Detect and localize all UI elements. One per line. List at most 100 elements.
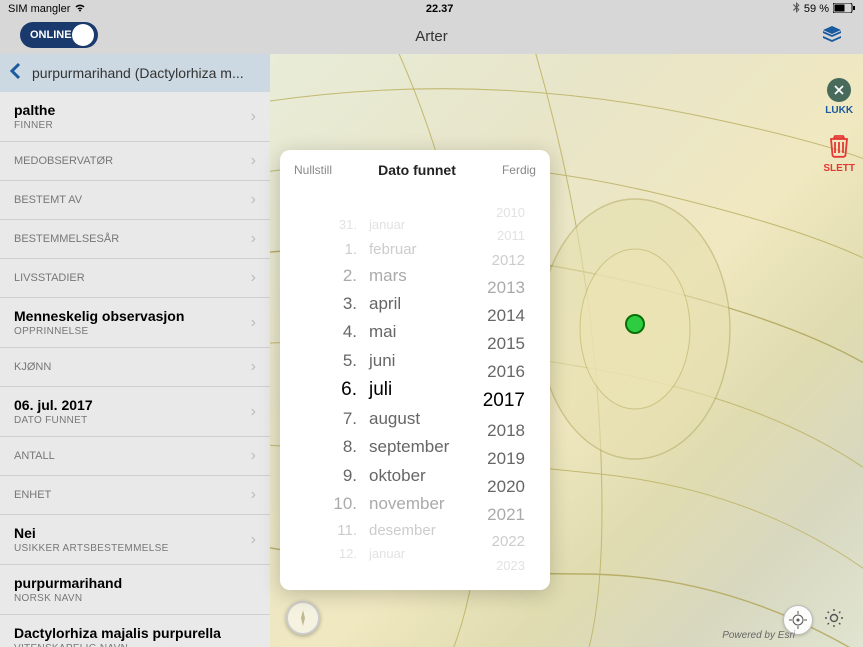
item-primary: 06. jul. 2017 xyxy=(14,397,251,413)
picker-item[interactable]: 12. xyxy=(339,543,357,566)
picker-item[interactable]: 31. xyxy=(339,214,357,237)
sidebar-item[interactable]: ANTALL› xyxy=(0,437,270,476)
sidebar-item[interactable]: Menneskelig observasjon OPPRINNELSE› xyxy=(0,298,270,348)
right-toolbar: LUKK SLETT xyxy=(823,78,855,174)
item-secondary: VITENSKAPELIG NAVN xyxy=(14,643,256,647)
picker-item[interactable]: 2013 xyxy=(487,274,525,302)
chevron-right-icon: › xyxy=(251,358,256,376)
picker-item[interactable]: 2. xyxy=(343,262,357,290)
picker-item[interactable]: 2020 xyxy=(487,473,525,501)
breadcrumb[interactable]: purpurmarihand (Dactylorhiza m... xyxy=(0,54,270,92)
picker-item[interactable]: 5. xyxy=(343,347,357,375)
picker-item[interactable]: 2012 xyxy=(492,248,525,274)
sidebar-item[interactable]: BESTEMMELSESÅR› xyxy=(0,220,270,259)
toggle-knob xyxy=(72,24,94,46)
online-toggle[interactable]: ONLINE xyxy=(20,22,98,48)
item-secondary: OPPRINNELSE xyxy=(14,326,251,337)
picker-item[interactable]: oktober xyxy=(369,462,426,490)
item-secondary: DATO FUNNET xyxy=(14,415,251,426)
compass-icon[interactable] xyxy=(286,601,320,635)
picker-item[interactable]: 2010 xyxy=(496,202,525,225)
reset-button[interactable]: Nullstill xyxy=(294,163,332,177)
picker-item[interactable]: februar xyxy=(369,237,417,263)
picker-item[interactable]: mars xyxy=(369,262,407,290)
picker-item[interactable]: 3. xyxy=(343,290,357,318)
close-label: LUKK xyxy=(825,105,853,116)
sidebar-item[interactable]: NeiUSIKKER ARTSBESTEMMELSE› xyxy=(0,515,270,565)
sidebar-item[interactable]: ENHET› xyxy=(0,476,270,515)
sidebar-item[interactable]: LIVSSTADIER› xyxy=(0,259,270,298)
chevron-right-icon: › xyxy=(251,191,256,209)
picker-item[interactable]: 10. xyxy=(333,490,357,518)
location-marker[interactable] xyxy=(625,314,645,334)
battery-text: 59 % xyxy=(804,3,829,15)
sidebar-item[interactable]: palthe FINNER› xyxy=(0,92,270,142)
close-icon xyxy=(827,78,851,102)
header: ONLINE Arter xyxy=(0,18,863,54)
picker-item[interactable]: mai xyxy=(369,318,396,346)
picker-item[interactable]: 2021 xyxy=(487,501,525,529)
sidebar-item[interactable]: 06. jul. 2017 DATO FUNNET› xyxy=(0,387,270,437)
picker-item[interactable]: 2017 xyxy=(483,386,525,417)
item-primary: KJØNN xyxy=(14,361,251,373)
picker-item[interactable]: 2015 xyxy=(487,330,525,358)
sidebar: purpurmarihand (Dactylorhiza m... palthe… xyxy=(0,54,270,647)
back-icon[interactable] xyxy=(8,62,22,85)
picker-item[interactable]: august xyxy=(369,405,420,433)
item-primary: BESTEMMELSESÅR xyxy=(14,233,251,245)
chevron-right-icon: › xyxy=(251,447,256,465)
picker-item[interactable]: april xyxy=(369,290,401,318)
picker-item[interactable]: desember xyxy=(369,518,436,544)
picker-item[interactable]: 2011 xyxy=(497,225,525,248)
settings-button[interactable] xyxy=(823,607,845,634)
picker-item[interactable]: 2018 xyxy=(487,417,525,445)
picker-item[interactable]: 8. xyxy=(343,433,357,461)
sidebar-item[interactable]: KJØNN› xyxy=(0,348,270,387)
item-primary: Dactylorhiza majalis purpurella xyxy=(14,625,256,641)
map[interactable]: LUKK SLETT Powered by Esri Nullstill xyxy=(270,54,863,647)
picker-item[interactable]: november xyxy=(369,490,445,518)
sidebar-item: Dactylorhiza majalis purpurella VITENSKAP… xyxy=(0,615,270,647)
item-primary: MEDOBSERVATØR xyxy=(14,155,251,167)
chevron-right-icon: › xyxy=(251,152,256,170)
picker-item[interactable]: 1. xyxy=(344,237,357,263)
bluetooth-icon xyxy=(793,2,800,16)
item-primary: Nei xyxy=(14,525,251,541)
chevron-right-icon: › xyxy=(251,108,256,126)
sidebar-item[interactable]: BESTEMT AV› xyxy=(0,181,270,220)
picker-item[interactable]: 7. xyxy=(343,405,357,433)
picker-item[interactable]: 2023 xyxy=(496,555,525,578)
picker-item[interactable]: januar xyxy=(369,214,405,237)
page-title: Arter xyxy=(415,28,448,45)
online-label: ONLINE xyxy=(30,29,72,41)
picker-item[interactable]: 2014 xyxy=(487,302,525,330)
chevron-right-icon: › xyxy=(251,403,256,421)
item-secondary: FINNER xyxy=(14,120,251,131)
picker-item[interactable]: 6. xyxy=(341,375,357,406)
picker-item[interactable]: januar xyxy=(369,543,405,566)
picker-item[interactable]: 2016 xyxy=(487,358,525,386)
layers-icon[interactable] xyxy=(821,24,843,46)
date-picker[interactable]: 31.1.2.3.4.5.6.7.8.9.10.11.12. januarfeb… xyxy=(280,190,550,590)
picker-item[interactable]: september xyxy=(369,433,449,461)
item-primary: Menneskelig observasjon xyxy=(14,308,251,324)
item-primary: ENHET xyxy=(14,489,251,501)
picker-item[interactable]: 4. xyxy=(343,318,357,346)
picker-item[interactable]: 2022 xyxy=(492,529,525,555)
picker-item[interactable]: juli xyxy=(369,375,392,406)
close-button[interactable]: LUKK xyxy=(825,78,853,116)
delete-label: SLETT xyxy=(823,163,855,174)
picker-item[interactable]: 2019 xyxy=(487,445,525,473)
date-picker-modal: Nullstill Dato funnet Ferdig 31.1.2.3.4.… xyxy=(280,150,550,590)
delete-button[interactable]: SLETT xyxy=(823,134,855,174)
picker-item[interactable]: 11. xyxy=(337,518,357,544)
done-button[interactable]: Ferdig xyxy=(502,163,536,177)
item-primary: purpurmarihand xyxy=(14,575,256,591)
sidebar-item[interactable]: MEDOBSERVATØR› xyxy=(0,142,270,181)
item-primary: palthe xyxy=(14,102,251,118)
chevron-right-icon: › xyxy=(251,314,256,332)
item-primary: BESTEMT AV xyxy=(14,194,251,206)
picker-item[interactable]: 9. xyxy=(343,462,357,490)
item-primary: ANTALL xyxy=(14,450,251,462)
picker-item[interactable]: juni xyxy=(369,347,395,375)
